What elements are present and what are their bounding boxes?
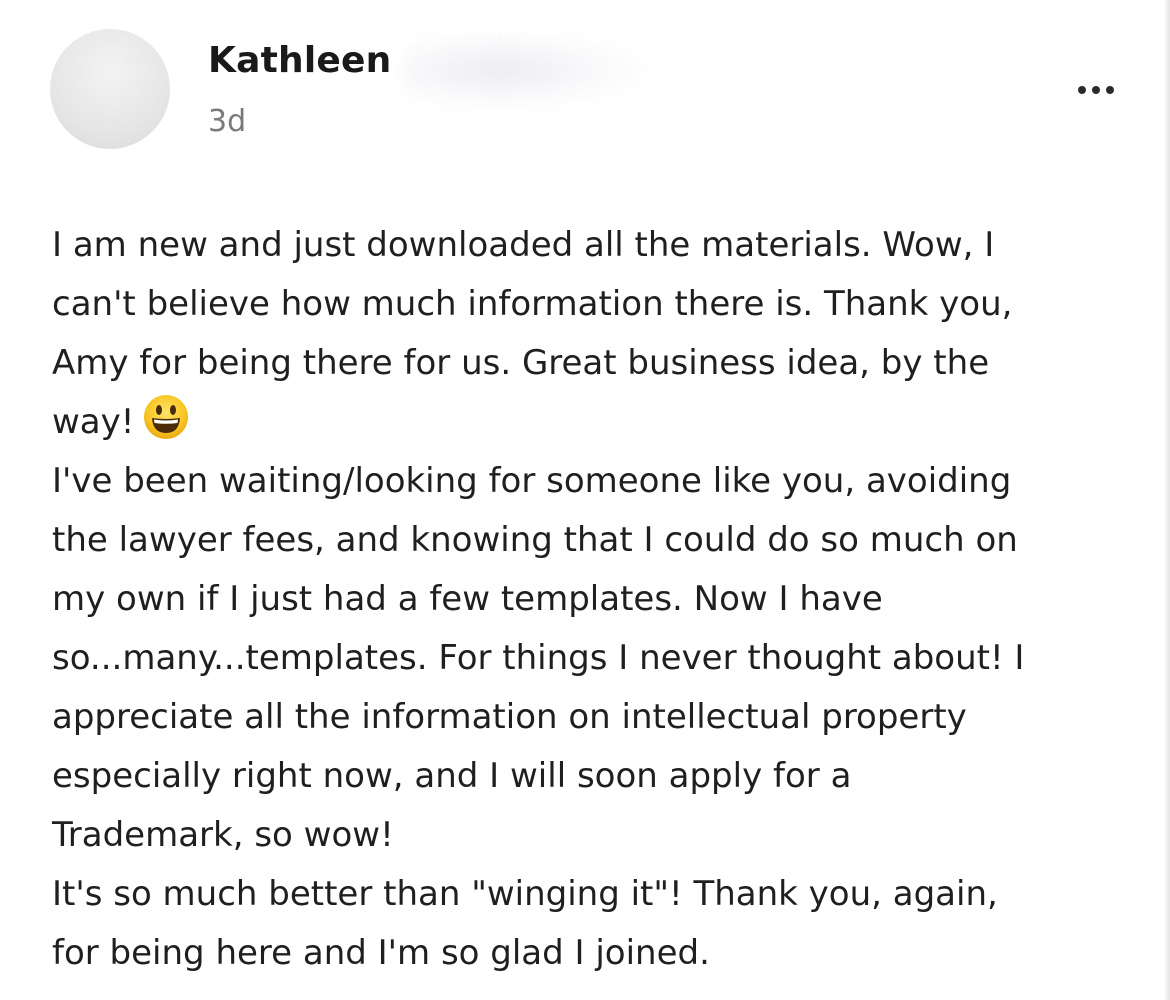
post-line: for being here and I'm so glad I joined. <box>52 933 710 973</box>
post-timestamp[interactable]: 3d <box>208 104 246 139</box>
post-line: Trademark, so wow! <box>52 815 394 855</box>
avatar[interactable] <box>50 29 170 149</box>
author-name[interactable]: Kathleen <box>208 40 391 81</box>
more-horizontal-icon-dot <box>1092 86 1100 94</box>
post-line: can't believe how much information there… <box>52 284 1013 324</box>
post-line: the lawyer fees, and knowing that I coul… <box>52 520 1018 560</box>
scroll-edge <box>1164 0 1170 1000</box>
post-line: my own if I just had a few templates. No… <box>52 579 883 619</box>
post-body: I am new and just downloaded all the mat… <box>52 216 1142 983</box>
post-line: Amy for being there for us. Great busine… <box>52 343 990 383</box>
post-line: I am new and just downloaded all the mat… <box>52 225 995 265</box>
post-line: It's so much better than "winging it"! T… <box>52 874 998 914</box>
more-horizontal-icon-dot <box>1106 86 1114 94</box>
post-line: especially right now, and I will soon ap… <box>52 756 852 796</box>
post-line: I've been waiting/looking for someone li… <box>52 461 1012 501</box>
post-line: way! <box>52 402 135 442</box>
post-line: so...many...templates. For things I neve… <box>52 638 1025 678</box>
post-line: appreciate all the information on intell… <box>52 697 967 737</box>
post-card: Kathleen 3d I am new and just downloaded… <box>0 0 1170 1000</box>
more-horizontal-icon <box>1078 86 1086 94</box>
post-line-with-emoji: way! <box>52 393 1142 452</box>
more-options-button[interactable] <box>1066 70 1126 110</box>
redacted-author-detail <box>400 30 650 110</box>
grinning-face-emoji-icon <box>144 395 189 439</box>
